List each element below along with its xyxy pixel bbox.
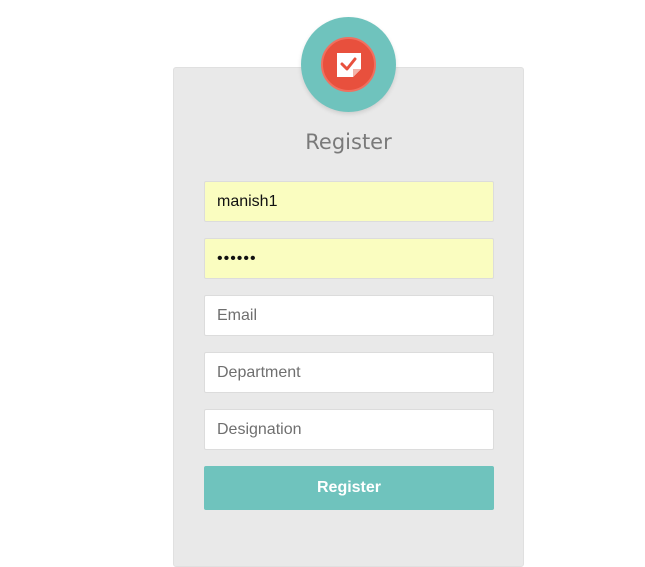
- email-field[interactable]: [204, 295, 494, 336]
- register-button[interactable]: Register: [204, 466, 494, 510]
- department-field[interactable]: [204, 352, 494, 393]
- form-title: Register: [305, 130, 392, 154]
- username-field[interactable]: [204, 181, 494, 222]
- logo-inner-circle: [321, 37, 376, 92]
- sticky-note-check-icon: [336, 52, 361, 77]
- logo-badge: [301, 17, 396, 112]
- password-field[interactable]: [204, 238, 494, 279]
- designation-field[interactable]: [204, 409, 494, 450]
